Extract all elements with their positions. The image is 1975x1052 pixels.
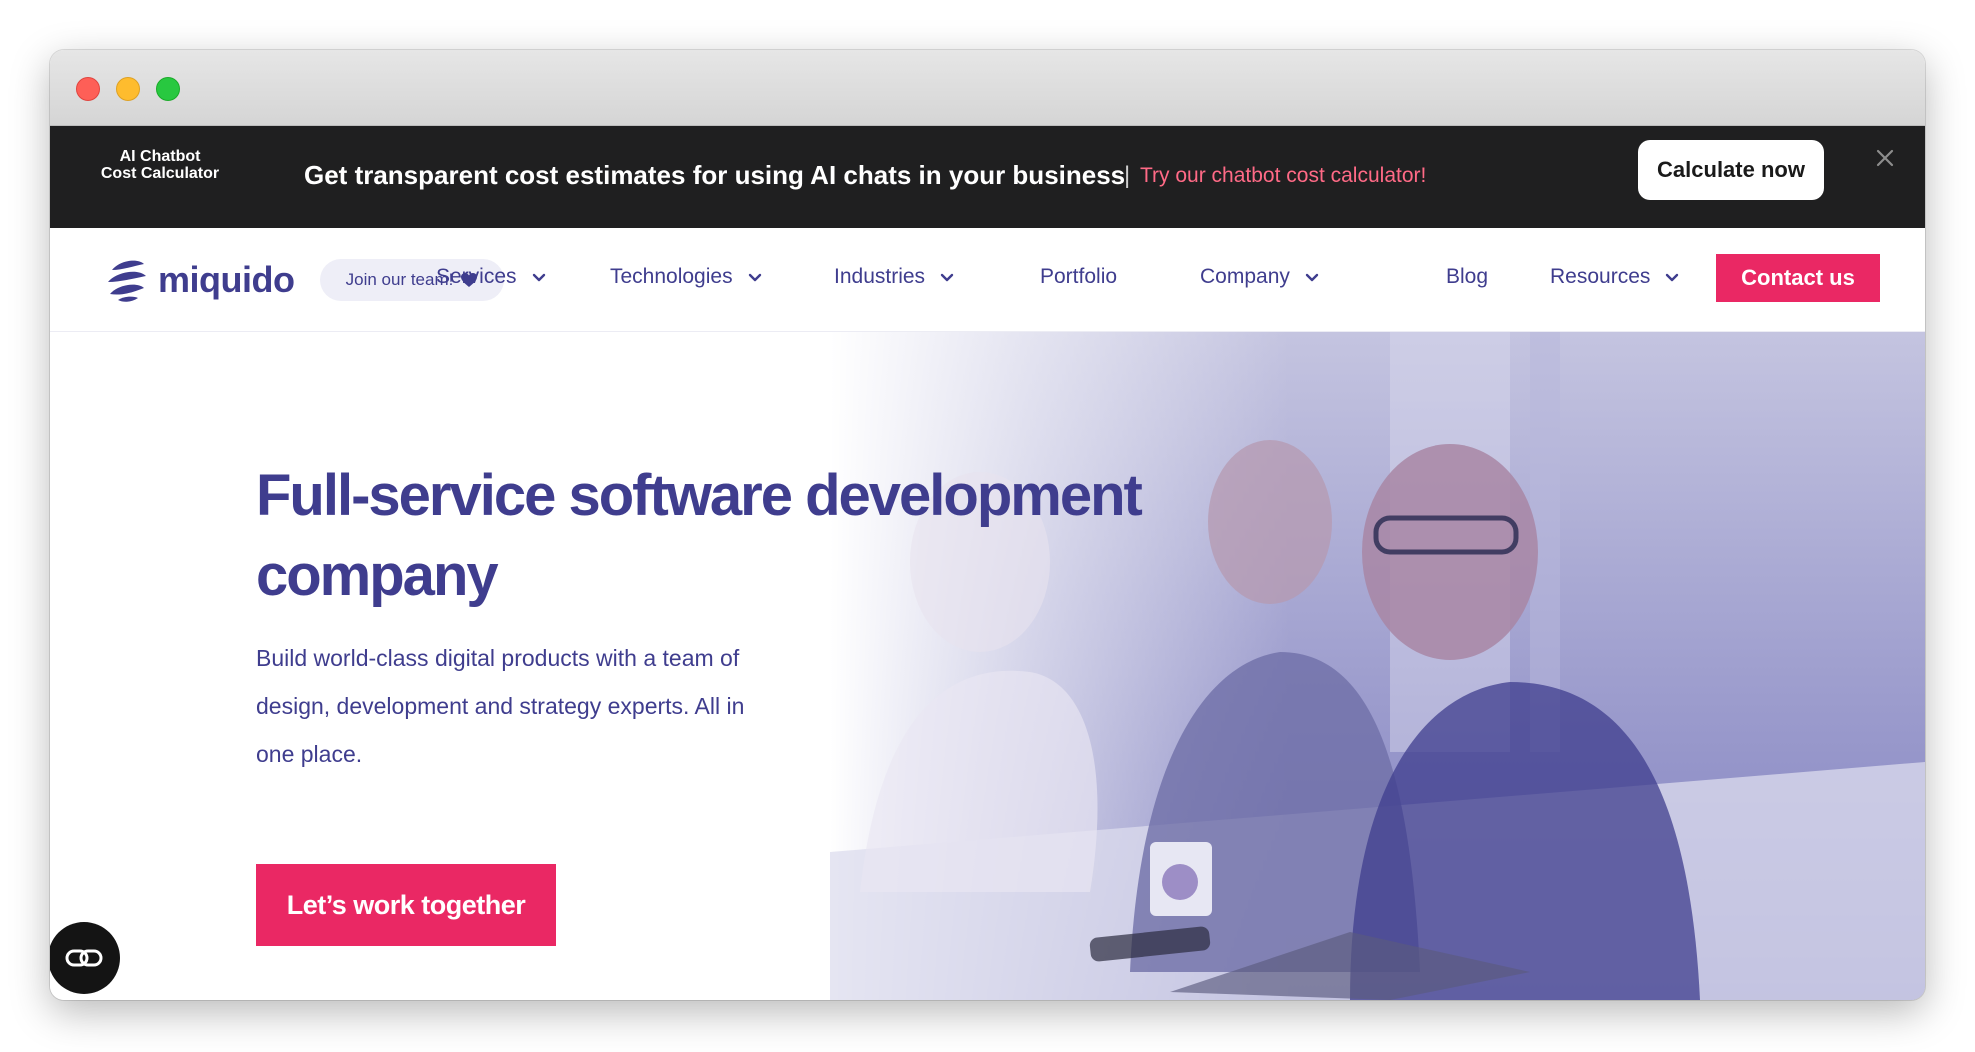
brand-logo-link[interactable]: miquido [104, 254, 295, 306]
nav-portfolio-label: Portfolio [1040, 265, 1118, 288]
close-icon-glyph [1876, 149, 1894, 167]
close-icon[interactable] [1870, 144, 1900, 174]
lets-work-together-button[interactable]: Let’s work together [256, 864, 556, 946]
promo-banner: AI Chatbot Cost Calculator Get transpare… [50, 126, 1925, 228]
miquido-logo-icon [108, 260, 146, 302]
nav-blog[interactable]: Blog [1446, 265, 1488, 289]
chevron-down-icon [532, 273, 545, 282]
main-navbar: miquido Join our team! Services Technolo… [50, 228, 1925, 332]
hero-subtitle-line3: one place. [256, 741, 363, 767]
minimize-window-button[interactable] [116, 77, 140, 101]
hero-subtitle-line2: design, development and strategy experts… [256, 693, 745, 719]
nav-services-label: Services [436, 265, 517, 288]
hero-photo-illustration [830, 332, 1925, 1000]
screenshot-stage: AI Chatbot Cost Calculator Get transpare… [0, 0, 1975, 1052]
chevron-down-icon [940, 273, 954, 282]
window-titlebar [50, 50, 1925, 126]
maximize-window-button[interactable] [156, 77, 180, 101]
promo-separator: | [1124, 162, 1131, 189]
nav-technologies-label: Technologies [610, 265, 733, 288]
nav-portfolio[interactable]: Portfolio [1040, 265, 1117, 289]
chevron-down-icon [1666, 273, 1679, 282]
calculate-now-button[interactable]: Calculate now [1638, 140, 1824, 200]
chevron-down-icon [748, 273, 761, 282]
nav-company[interactable]: Company [1200, 265, 1320, 289]
promo-logo[interactable]: AI Chatbot Cost Calculator [90, 148, 230, 182]
browser-window: AI Chatbot Cost Calculator Get transpare… [50, 50, 1925, 1000]
floating-link-button[interactable] [50, 922, 120, 994]
nav-resources[interactable]: Resources [1550, 265, 1680, 289]
nav-industries[interactable]: Industries [834, 265, 955, 289]
nav-services[interactable]: Services [436, 265, 547, 289]
hero-subtitle-line1: Build world-class digital products with … [256, 645, 740, 671]
chevron-down-icon [1305, 273, 1319, 282]
promo-calculator-link[interactable]: Try our chatbot cost calculator! [1140, 164, 1426, 188]
promo-logo-line1: AI Chatbot [119, 148, 201, 165]
nav-company-label: Company [1200, 265, 1290, 288]
link-icon [65, 949, 103, 967]
brand-name: miquido [158, 259, 295, 300]
hero-team-photo [830, 332, 1925, 1000]
hero-section: Full-service software development compan… [50, 332, 1925, 1000]
nav-technologies[interactable]: Technologies [610, 265, 763, 289]
nav-resources-label: Resources [1550, 265, 1651, 288]
hero-title-line2: company [256, 543, 499, 608]
hero-title: Full-service software development compan… [256, 456, 1156, 616]
promo-logo-line2: Cost Calculator [100, 165, 220, 182]
contact-us-button[interactable]: Contact us [1716, 254, 1880, 302]
nav-industries-label: Industries [834, 265, 926, 288]
hero-title-line1: Full-service software development [256, 463, 1143, 528]
nav-blog-label: Blog [1446, 265, 1489, 288]
close-window-button[interactable] [76, 77, 100, 101]
hero-subtitle: Build world-class digital products with … [256, 634, 816, 778]
promo-headline: Get transparent cost estimates for using… [304, 160, 1126, 190]
